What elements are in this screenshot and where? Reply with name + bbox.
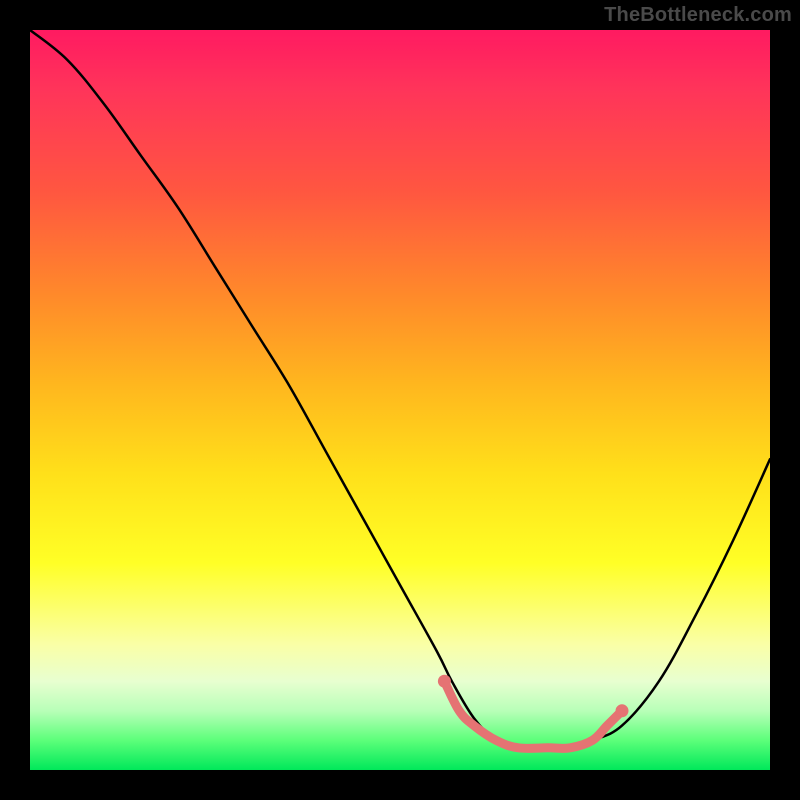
chart-frame: TheBottleneck.com: [0, 0, 800, 800]
highlight-dot: [438, 675, 451, 688]
curve-svg: [30, 30, 770, 770]
highlight-dot: [616, 704, 629, 717]
plot-area: [30, 30, 770, 770]
bottleneck-curve: [30, 30, 770, 748]
minimum-end-dots: [438, 675, 629, 718]
watermark-text: TheBottleneck.com: [604, 4, 792, 27]
